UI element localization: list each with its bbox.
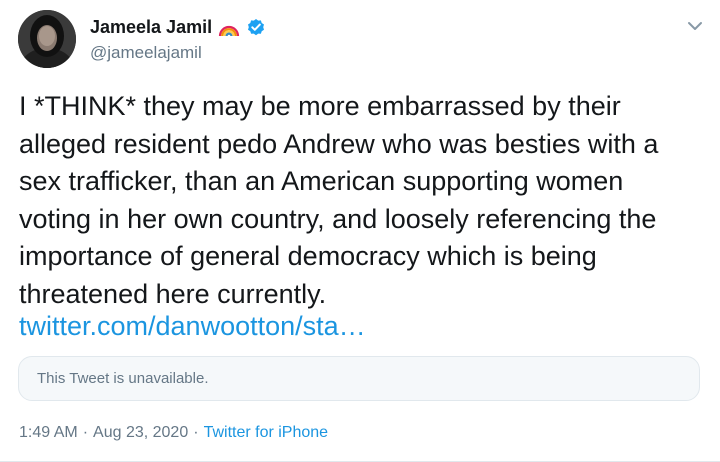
quoted-tweet-unavailable-card: This Tweet is unavailable.	[18, 356, 700, 401]
verified-badge-icon	[246, 18, 266, 38]
tweet-source-link[interactable]: Twitter for iPhone	[204, 424, 329, 442]
tweet-link[interactable]: twitter.com/danwootton/sta…	[19, 308, 366, 346]
chevron-down-icon[interactable]	[682, 15, 708, 37]
avatar-image	[18, 10, 76, 68]
meta-separator: ·	[193, 424, 199, 441]
author-name-row: Jameela Jamil	[90, 17, 266, 38]
tweet-card: Jameela Jamil @jameelajamil I *THINK* th…	[0, 0, 720, 462]
author-handle[interactable]: @jameelajamil	[90, 43, 202, 63]
tweet-meta: 1:49 AM · Aug 23, 2020 · Twitter for iPh…	[19, 424, 328, 442]
author-display-name[interactable]: Jameela Jamil	[90, 17, 212, 38]
meta-separator: ·	[82, 424, 89, 441]
tweet-time[interactable]: 1:49 AM	[19, 424, 78, 442]
tweet-text: I *THINK* they may be more embarrassed b…	[19, 91, 659, 309]
avatar[interactable]	[18, 10, 76, 68]
tweet-date[interactable]: Aug 23, 2020	[93, 424, 188, 442]
rainbow-icon	[218, 19, 240, 37]
unavailable-message: This Tweet is unavailable.	[37, 370, 209, 387]
